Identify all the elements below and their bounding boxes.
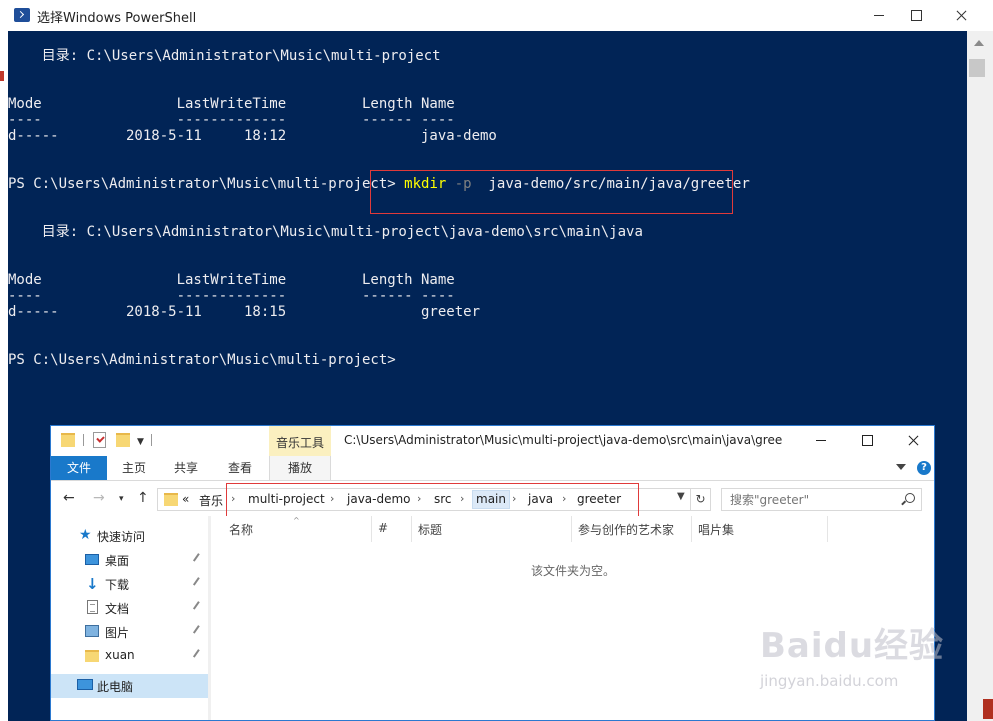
background-marker (0, 71, 4, 81)
prompt-line[interactable]: PS C:\Users\Administrator\Music\multi-pr… (8, 350, 396, 370)
nav-item-label: 文档 (105, 602, 130, 616)
computer-icon (77, 679, 93, 690)
search-icon[interactable] (905, 493, 915, 503)
tab-share[interactable]: 共享 (161, 456, 211, 480)
breadcrumb-overflow[interactable]: « (182, 492, 189, 506)
divider (151, 434, 152, 446)
recent-locations-icon[interactable]: ▾ (119, 494, 124, 504)
ribbon-tabs: 文件 主页 共享 查看 播放 ? (51, 456, 934, 481)
listing-row: d----- 2018-5-11 18:15 greeter (8, 304, 481, 320)
nav-item-xuan[interactable]: xuan (51, 644, 211, 668)
maximize-button[interactable] (893, 0, 939, 31)
pin-icon (192, 577, 204, 588)
scroll-up-icon[interactable] (974, 40, 984, 46)
pin-icon (192, 553, 204, 564)
pictures-icon (85, 625, 99, 637)
scroll-thumb[interactable] (969, 59, 985, 77)
watermark-url: jingyan.baidu.com (760, 672, 899, 690)
tab-view[interactable]: 查看 (215, 456, 265, 480)
tab-play[interactable]: 播放 (269, 456, 331, 480)
explorer-titlebar[interactable]: ▼ 音乐工具 C:\Users\Administrator\Music\mult… (51, 426, 934, 456)
nav-item-pictures[interactable]: 图片 (51, 620, 211, 644)
download-icon: ↓ (86, 575, 99, 593)
minimize-button[interactable] (798, 426, 844, 456)
nav-item-documents[interactable]: 文档 (51, 596, 211, 620)
nav-item-label: 下载 (105, 578, 130, 592)
column-header-album[interactable]: 唱片集 (698, 521, 734, 538)
nav-item-label: xuan (105, 648, 135, 662)
star-icon: ★ (79, 527, 92, 543)
desktop-icon (85, 554, 99, 565)
navigation-pane: ★ 快速访问 桌面 ↓ 下载 文档 图片 xuan 此电脑 (51, 516, 211, 720)
nav-item-label: 快速访问 (97, 530, 146, 544)
breadcrumb-item[interactable]: 音乐 (199, 492, 223, 509)
forward-arrow-icon[interactable]: → (93, 490, 105, 506)
pin-icon (192, 649, 204, 660)
contextual-tab-group: 音乐工具 (269, 426, 331, 456)
close-button[interactable] (890, 426, 934, 456)
folder-icon (164, 493, 178, 506)
powershell-titlebar[interactable]: 选择Windows PowerShell (0, 0, 993, 31)
chevron-down-icon[interactable]: ▼ (677, 491, 685, 502)
search-input[interactable] (730, 491, 890, 508)
background-window-strip (0, 31, 8, 721)
column-header-name[interactable]: 名称 (229, 521, 253, 538)
refresh-icon[interactable]: ↻ (691, 488, 711, 511)
document-icon (87, 600, 98, 614)
nav-item-this-pc[interactable]: 此电脑 (51, 674, 208, 698)
sort-indicator-icon: ^ (293, 516, 300, 525)
tab-file[interactable]: 文件 (51, 456, 107, 480)
command-highlight-box (370, 170, 733, 214)
column-header-artists[interactable]: 参与创作的艺术家 (578, 521, 674, 538)
properties-icon[interactable] (93, 432, 106, 448)
nav-item-downloads[interactable]: ↓ 下载 (51, 572, 211, 596)
window-title: C:\Users\Administrator\Music\multi-proje… (344, 433, 783, 447)
help-icon[interactable]: ? (917, 461, 931, 475)
tab-home[interactable]: 主页 (109, 456, 159, 480)
column-divider[interactable] (371, 516, 372, 542)
directory-line: 目录: C:\Users\Administrator\Music\multi-p… (8, 48, 441, 64)
watermark: Baidu经验 jingyan.baidu.com (760, 618, 980, 698)
divider (83, 434, 84, 446)
column-divider[interactable] (571, 516, 572, 542)
breadcrumb-highlight-box (226, 483, 639, 519)
nav-item-desktop[interactable]: 桌面 (51, 548, 211, 572)
back-arrow-icon[interactable]: ← (63, 490, 75, 506)
directory-line: 目录: C:\Users\Administrator\Music\multi-p… (8, 224, 643, 240)
folder-icon (85, 650, 99, 662)
maximize-button[interactable] (844, 426, 890, 456)
listing-row: d----- 2018-5-11 18:12 java-demo (8, 128, 497, 144)
pin-icon (192, 601, 204, 612)
pin-icon (192, 625, 204, 636)
nav-item-quick-access[interactable]: ★ 快速访问 (51, 524, 211, 548)
nav-item-label: 此电脑 (97, 680, 134, 694)
new-folder-icon[interactable] (116, 433, 130, 447)
contextual-tab-label: 音乐工具 (276, 436, 325, 450)
close-button[interactable] (938, 0, 984, 31)
folder-icon (61, 433, 75, 447)
column-divider[interactable] (411, 516, 412, 542)
prompt-text: PS C:\Users\Administrator\Music\multi-pr… (8, 176, 405, 192)
nav-item-label: 桌面 (105, 554, 130, 568)
powershell-title: 选择Windows PowerShell (37, 11, 197, 26)
powershell-icon (14, 8, 30, 22)
column-header-title[interactable]: 标题 (418, 521, 442, 538)
watermark-brand: Baidu经验 (760, 626, 945, 666)
up-arrow-icon[interactable]: ↑ (137, 490, 149, 506)
empty-folder-message: 该文件夹为空。 (531, 564, 616, 578)
nav-item-label: 图片 (105, 626, 130, 640)
quick-access-dropdown-icon[interactable]: ▼ (137, 437, 144, 447)
background-marker (983, 699, 993, 719)
search-box[interactable] (721, 488, 922, 511)
column-header-track[interactable]: # (378, 521, 388, 535)
column-divider[interactable] (691, 516, 692, 542)
column-divider[interactable] (827, 516, 828, 542)
expand-ribbon-icon[interactable] (896, 464, 906, 470)
